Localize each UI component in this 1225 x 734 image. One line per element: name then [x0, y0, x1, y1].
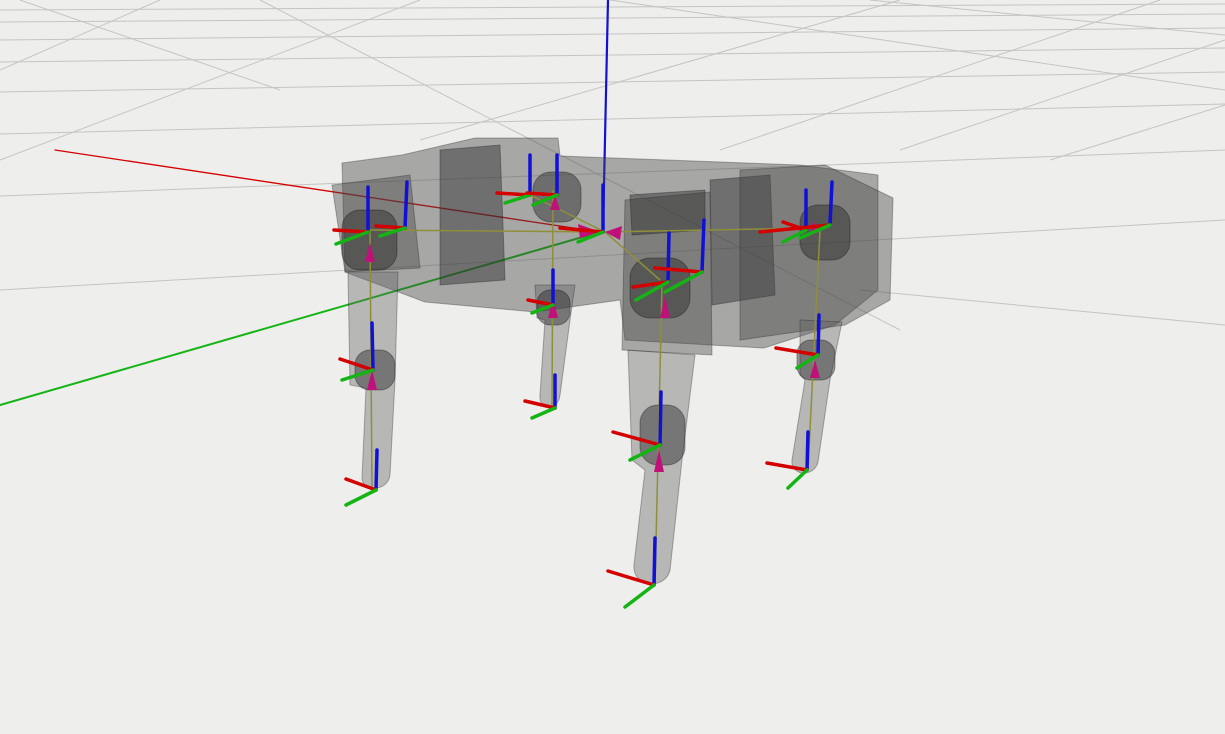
- robot-scene[interactable]: [0, 0, 1225, 734]
- 3d-viewport[interactable]: [0, 0, 1225, 734]
